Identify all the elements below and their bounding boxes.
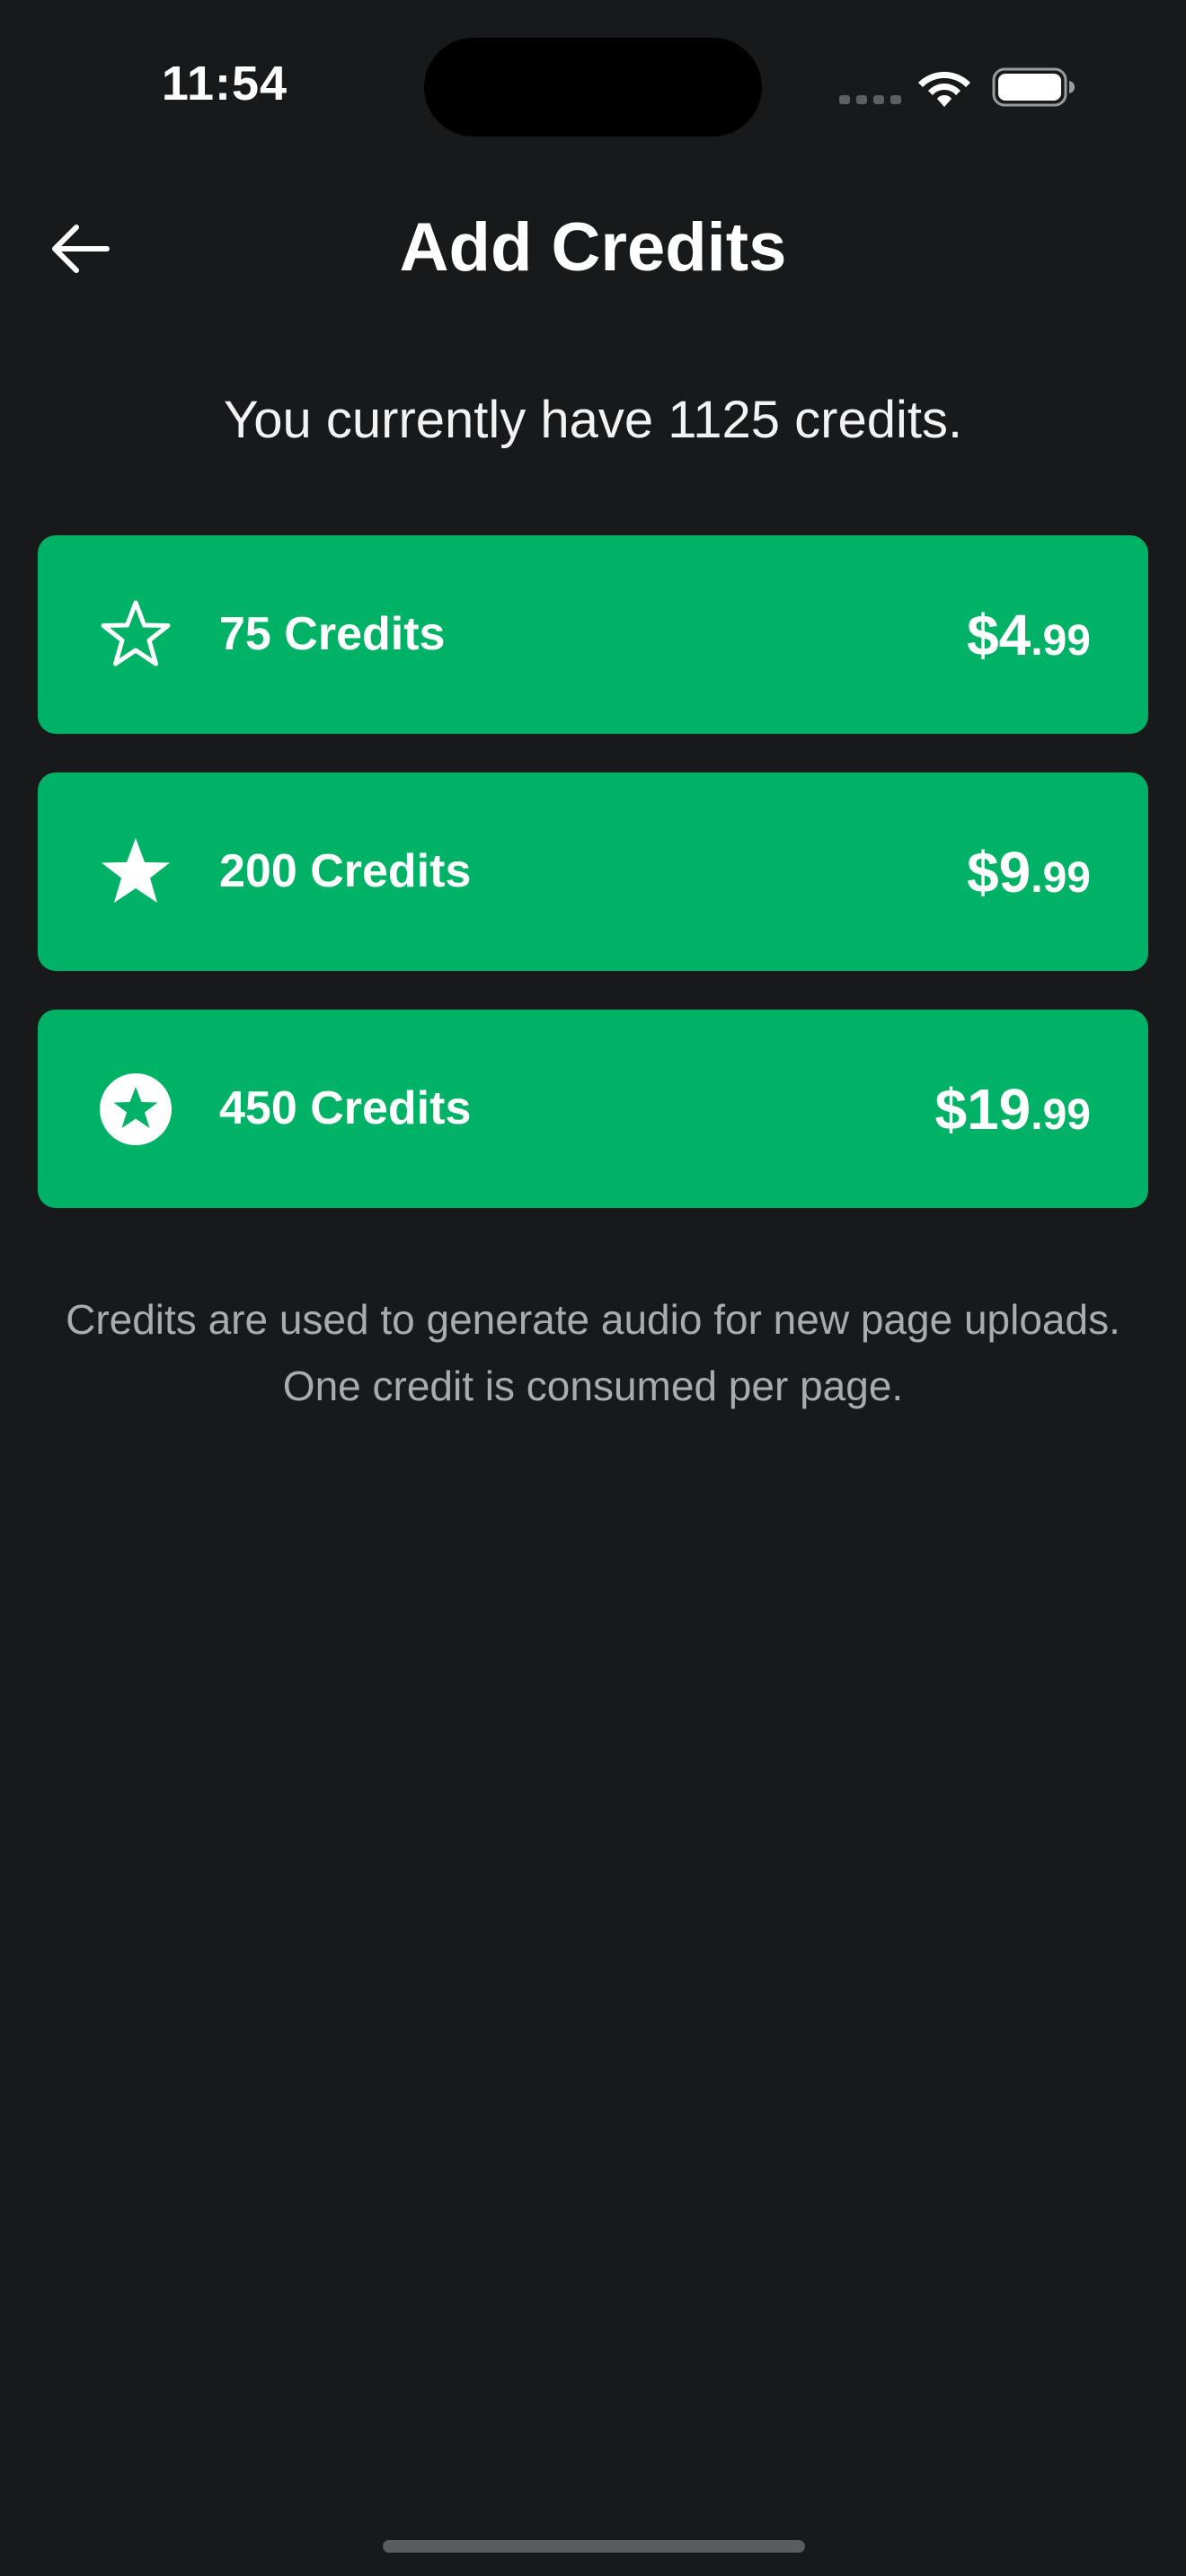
star-outline-icon [101, 600, 171, 666]
package-label: 75 Credits [219, 608, 446, 660]
arrow-left-icon [52, 225, 110, 273]
star-filled-icon [102, 838, 170, 903]
credit-package-list: 75 Credits $4 .99 200 Credits $9 .99 450… [38, 535, 1148, 1247]
info-line: Credits are used to generate audio for n… [66, 1296, 1120, 1343]
wifi-icon [918, 72, 970, 107]
credits-info-note: Credits are used to generate audio for n… [27, 1286, 1159, 1419]
price-cents: .99 [1031, 616, 1091, 665]
package-450-credits-button[interactable]: 450 Credits $19 .99 [38, 1010, 1148, 1208]
package-price: $9 .99 [967, 772, 1091, 971]
status-bar: 11:54 [0, 0, 1186, 171]
cellular-signal-icon [839, 95, 901, 104]
package-price: $19 .99 [934, 1010, 1091, 1208]
package-75-credits-button[interactable]: 75 Credits $4 .99 [38, 535, 1148, 734]
price-dollars: $9 [967, 839, 1031, 904]
info-line: One credit is consumed per page. [282, 1363, 904, 1409]
package-price: $4 .99 [967, 535, 1091, 734]
star-circle-icon [100, 1073, 172, 1145]
page-title: Add Credits [399, 209, 787, 286]
price-dollars: $19 [934, 1076, 1031, 1142]
back-button[interactable] [40, 208, 120, 289]
status-time: 11:54 [161, 57, 288, 110]
credit-balance-text: You currently have 1125 credits. [223, 391, 963, 449]
price-dollars: $4 [967, 602, 1031, 667]
package-label: 450 Credits [219, 1082, 472, 1134]
home-indicator[interactable] [383, 2540, 805, 2553]
dynamic-island [424, 38, 762, 137]
price-cents: .99 [1031, 1090, 1091, 1139]
package-200-credits-button[interactable]: 200 Credits $9 .99 [38, 772, 1148, 971]
battery-icon [992, 67, 1075, 107]
price-cents: .99 [1031, 853, 1091, 902]
package-label: 200 Credits [219, 845, 472, 897]
